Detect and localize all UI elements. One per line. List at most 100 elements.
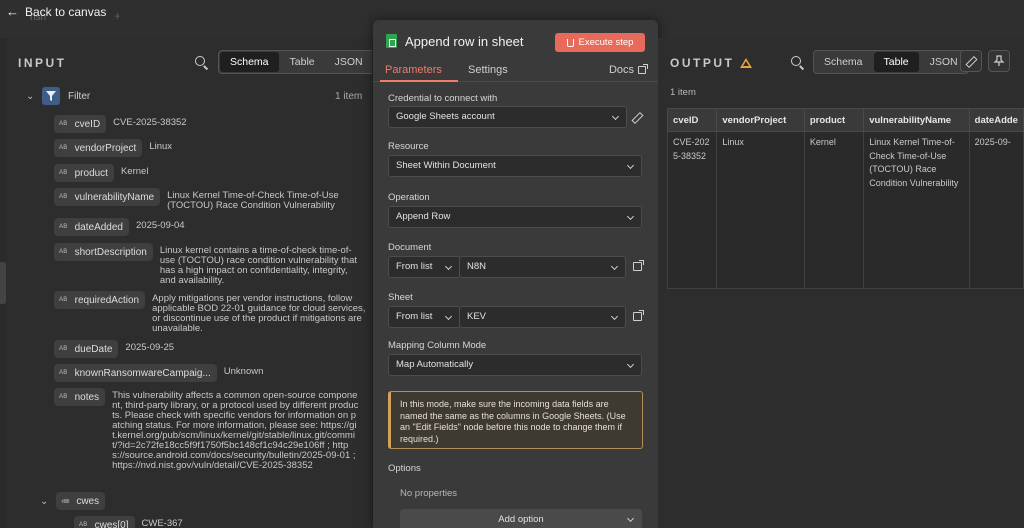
input-view-schema[interactable]: Schema [220, 52, 279, 72]
output-view-schema[interactable]: Schema [814, 51, 873, 73]
external-link-icon [638, 64, 648, 74]
chevron-down-icon[interactable]: ⌄ [26, 91, 38, 102]
schema-field-notes[interactable]: AB notes This vulnerability affects a com… [54, 388, 360, 471]
resource-label: Resource [388, 141, 429, 152]
input-panel: INPUT Schema Table JSON ⌄ Filter 1 item … [6, 38, 372, 528]
input-title: INPUT [18, 56, 67, 70]
node-title[interactable]: Append row in sheet [405, 34, 524, 49]
column-header[interactable]: dateAdde [968, 108, 1024, 132]
options-label: Options [388, 463, 421, 474]
table-row: CVE-2025-38352 Linux Kernel Linux Kernel… [666, 131, 1024, 289]
cwes-pill: ≔ cwes [56, 492, 106, 510]
document-select[interactable]: N8N [459, 256, 626, 278]
filter-node-row[interactable]: ⌄ Filter [26, 87, 90, 105]
node-header: Append row in sheet Execute step [373, 20, 658, 60]
chevron-down-icon [610, 262, 619, 271]
input-view-toggle: Schema Table JSON [218, 50, 372, 74]
mapping-mode-label: Mapping Column Mode [388, 340, 487, 351]
document-mode-select[interactable]: From list [388, 256, 460, 278]
ndv-window: nsh + ← Back to canvas INPUT Schema Tabl… [0, 0, 1024, 528]
schema-field-dateadded[interactable]: AB dateAdded 2025-09-04 [54, 218, 286, 236]
edit-credential-icon[interactable] [632, 112, 642, 122]
schema-field-knownransomwarecampaign[interactable]: AB knownRansomwareCampaig... Unknown [54, 364, 324, 382]
table-cell[interactable]: 2025-09- [968, 131, 1024, 289]
schema-field-requiredaction[interactable]: AB requiredAction Apply mitigations per v… [54, 291, 366, 334]
column-header[interactable]: vulnerabilityName [863, 108, 970, 132]
tab-settings[interactable]: Settings [468, 64, 508, 76]
chevron-down-icon [611, 112, 620, 121]
add-tab-icon: + [114, 9, 122, 23]
search-icon[interactable] [790, 55, 806, 71]
back-to-canvas-button[interactable]: ← Back to canvas [6, 4, 106, 19]
document-label: Document [388, 242, 432, 253]
chevron-down-icon [444, 262, 453, 271]
column-header[interactable]: product [803, 108, 865, 132]
search-icon[interactable] [194, 55, 210, 71]
cwes-node-row[interactable]: ⌄ ≔ cwes [40, 492, 106, 510]
sheet-mode-select[interactable]: From list [388, 306, 460, 328]
list-icon: ≔ [61, 495, 71, 506]
execute-step-label: Execute step [578, 37, 634, 48]
table-cell[interactable]: Linux Kernel Time-of-Check Time-of-Use (… [863, 131, 970, 289]
output-table: cveID vendorProject product vulnerabilit… [666, 108, 1024, 289]
credential-select[interactable]: Google Sheets account [388, 106, 627, 128]
schema-field-vulnerabilityname[interactable]: AB vulnerabilityName Linux Kernel Time-of… [54, 188, 372, 211]
pin-icon [993, 55, 1005, 66]
pencil-icon [966, 56, 976, 66]
mapping-mode-select[interactable]: Map Automatically [388, 354, 642, 376]
node-tabs: Parameters Settings Docs [373, 60, 658, 82]
resource-select[interactable]: Sheet Within Document [388, 155, 642, 177]
schema-field-product[interactable]: AB product Kernel [54, 164, 271, 182]
table-cell[interactable]: CVE-2025-38352 [666, 131, 718, 289]
docs-link[interactable]: Docs [609, 64, 648, 76]
pin-data-button[interactable] [988, 50, 1010, 72]
chevron-down-icon [626, 212, 635, 221]
input-view-table[interactable]: Table [280, 51, 325, 73]
chevron-down-icon [610, 312, 619, 321]
open-document-icon[interactable] [633, 260, 644, 271]
mapping-notice: In this mode, make sure the incoming dat… [388, 391, 643, 449]
google-sheets-icon [386, 34, 397, 48]
schema-field-vendorproject[interactable]: AB vendorProject Linux [54, 139, 299, 157]
back-to-canvas-label: Back to canvas [25, 4, 107, 19]
node-parameters-modal: Append row in sheet Execute step Paramet… [373, 20, 658, 528]
output-title: OUTPUT [670, 56, 753, 70]
sheet-select[interactable]: KEV [459, 306, 626, 328]
operation-label: Operation [388, 192, 430, 203]
active-tab-indicator [380, 80, 458, 82]
output-item-count: 1 item [670, 87, 696, 98]
warning-icon [740, 58, 753, 68]
no-properties-text: No properties [400, 488, 458, 499]
execute-step-button[interactable]: Execute step [555, 33, 645, 52]
output-panel: OUTPUT Schema Table JSON 1 item cveID ve… [658, 38, 1024, 528]
chevron-down-icon[interactable]: ⌄ [40, 496, 52, 507]
chevron-down-icon [626, 514, 635, 523]
output-view-table[interactable]: Table [873, 52, 919, 72]
input-item-count: 1 item [335, 91, 363, 102]
chevron-down-icon [626, 161, 635, 170]
operation-select[interactable]: Append Row [388, 206, 642, 228]
chevron-down-icon [626, 360, 635, 369]
add-option-button[interactable]: Add option [400, 509, 642, 528]
schema-field-shortdescription[interactable]: AB shortDescription Linux kernel contains… [54, 243, 365, 286]
output-view-toggle: Schema Table JSON [813, 50, 969, 74]
arrow-left-icon: ← [6, 4, 19, 19]
column-header[interactable]: vendorProject [716, 108, 805, 132]
flask-icon [566, 38, 574, 47]
filter-node-label: Filter [68, 90, 91, 102]
table-cell[interactable]: Linux [716, 131, 805, 289]
input-view-json[interactable]: JSON [325, 51, 372, 73]
column-header[interactable]: cveID [666, 108, 718, 132]
open-sheet-icon[interactable] [633, 310, 644, 321]
table-cell[interactable]: Kernel [803, 131, 865, 289]
tab-parameters[interactable]: Parameters [385, 64, 442, 76]
sheet-label: Sheet [388, 292, 413, 303]
schema-field-duedate[interactable]: AB dueDate 2025-09-25 [54, 340, 275, 358]
chevron-down-icon [444, 312, 453, 321]
filter-icon [42, 87, 60, 105]
schema-field-cwes-0[interactable]: AB cwes[0] CWE-367 [74, 516, 202, 528]
schema-field-cveid[interactable]: AB cveID CVE-2025-38352 [54, 115, 303, 133]
edit-output-button[interactable] [960, 50, 982, 72]
table-header-row: cveID vendorProject product vulnerabilit… [666, 108, 1024, 132]
credential-label: Credential to connect with [388, 93, 498, 104]
